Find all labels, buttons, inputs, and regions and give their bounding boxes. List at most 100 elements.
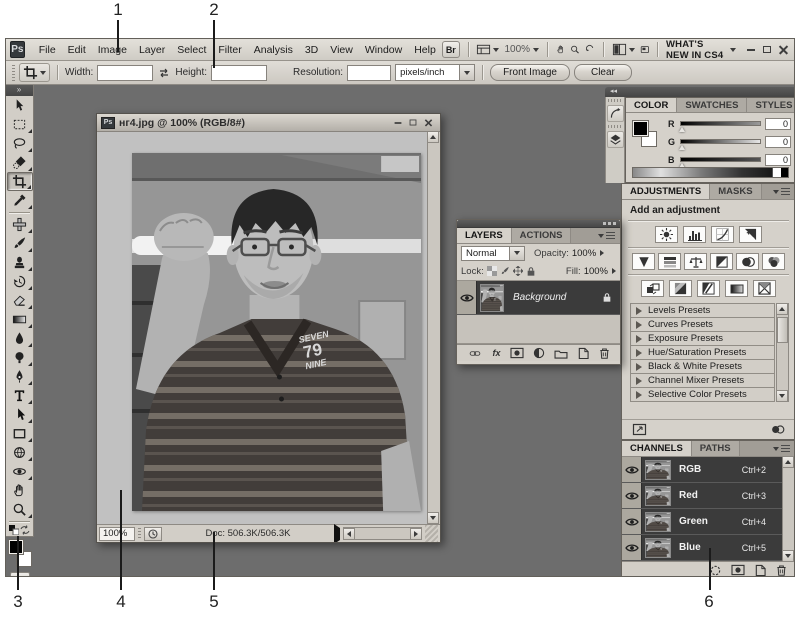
channel-visibility-toggle[interactable] [622, 483, 642, 508]
photoshop-logo[interactable]: Ps [10, 41, 25, 58]
tab-channels[interactable]: CHANNELS [622, 441, 692, 456]
hand-tool-icon[interactable] [556, 42, 566, 57]
scroll-up-button[interactable] [427, 132, 439, 143]
adjustment-curves[interactable] [711, 226, 734, 243]
preset-levels[interactable]: Levels Presets [630, 303, 775, 318]
green-slider-thumb[interactable] [679, 145, 685, 150]
width-input[interactable] [97, 65, 153, 81]
tool-brush[interactable] [7, 234, 33, 253]
scroll-down-button[interactable] [776, 390, 788, 402]
scroll-up-button[interactable] [776, 303, 788, 315]
scroll-down-button[interactable] [427, 512, 439, 524]
tool-crop[interactable] [7, 172, 33, 191]
restore-button[interactable] [763, 46, 771, 53]
adjustment-channel-mixer[interactable] [762, 253, 785, 270]
blue-slider[interactable] [680, 157, 761, 162]
dock-collapse-bar[interactable]: ◂◂ [605, 87, 794, 97]
opacity-spinner-icon[interactable] [600, 250, 604, 256]
scroll-right-button[interactable] [410, 528, 422, 540]
tool-lasso[interactable] [7, 134, 33, 153]
preset-hue-saturation[interactable]: Hue/Saturation Presets [630, 345, 775, 360]
channels-scrollbar[interactable] [782, 457, 794, 561]
clip-to-layer-icon[interactable] [770, 423, 785, 436]
lock-transparency-icon[interactable] [487, 266, 497, 276]
status-zoom-field[interactable]: 100% [99, 527, 135, 541]
swap-colors-icon[interactable] [20, 525, 30, 535]
layer-visibility-toggle[interactable] [457, 281, 477, 314]
color-foreground-swatch[interactable] [632, 120, 649, 137]
minimize-button[interactable] [747, 49, 755, 51]
tab-layers[interactable]: LAYERS [457, 228, 512, 243]
green-value[interactable]: 0 [765, 136, 791, 148]
lock-pixels-icon[interactable] [500, 266, 510, 276]
resolution-input[interactable] [347, 65, 391, 81]
scroll-up-button[interactable] [782, 456, 794, 468]
zoom-tool-icon[interactable] [570, 42, 580, 57]
menu-image[interactable]: Image [92, 44, 133, 56]
adjustment-selective-color[interactable] [753, 280, 776, 297]
menu-filter[interactable]: Filter [212, 44, 247, 56]
fill-value[interactable]: 100% [584, 266, 608, 277]
tool-zoom[interactable] [7, 500, 33, 519]
channel-row-red[interactable]: Red Ctrl+3 [622, 483, 782, 509]
close-button[interactable] [779, 45, 788, 54]
menu-file[interactable]: File [33, 44, 62, 56]
tool-type[interactable] [7, 386, 33, 405]
adjustment-invert[interactable] [641, 280, 664, 297]
red-slider-thumb[interactable] [679, 127, 685, 132]
layers-panel-menu-button[interactable] [593, 228, 620, 243]
menu-view[interactable]: View [324, 44, 359, 56]
menu-window[interactable]: Window [359, 44, 408, 56]
scrollbar-thumb[interactable] [777, 317, 788, 343]
lock-position-icon[interactable] [513, 266, 523, 276]
color-ramp[interactable] [632, 167, 789, 178]
tool-eraser[interactable] [7, 291, 33, 310]
resolution-unit-select[interactable]: pixels/inch [395, 64, 475, 81]
adjustment-hue-saturation[interactable] [658, 253, 681, 270]
adjustment-color-balance[interactable] [684, 253, 707, 270]
new-group-icon[interactable] [554, 348, 568, 359]
toolbar-collapse-button[interactable]: » [6, 85, 33, 96]
preset-curves[interactable]: Curves Presets [630, 317, 775, 332]
quick-mask-button[interactable] [10, 572, 30, 576]
history-panel-button[interactable] [607, 105, 624, 122]
red-value[interactable]: 0 [765, 118, 791, 130]
adjustment-levels[interactable] [683, 226, 706, 243]
tool-path-selection[interactable] [7, 405, 33, 424]
version-cue-button[interactable] [144, 527, 162, 541]
default-colors-icon[interactable] [9, 525, 19, 535]
tool-rectangle[interactable] [7, 424, 33, 443]
doc-restore-button[interactable] [410, 120, 417, 126]
tool-gradient[interactable] [7, 310, 33, 329]
tab-styles[interactable]: STYLES [747, 98, 794, 112]
tool-3d-orbit[interactable] [7, 462, 33, 481]
tool-3d-rotate[interactable] [7, 443, 33, 462]
expanded-view-icon[interactable] [632, 423, 647, 436]
adjustment-brightness-contrast[interactable] [655, 226, 678, 243]
preset-channel-mixer[interactable]: Channel Mixer Presets [630, 373, 775, 388]
tool-spot-healing-brush[interactable] [7, 215, 33, 234]
view-extras-button[interactable] [476, 42, 499, 57]
doc-close-button[interactable] [425, 119, 432, 126]
channel-row-rgb[interactable]: RGB Ctrl+2 [622, 457, 782, 483]
save-selection-icon[interactable] [731, 564, 745, 576]
new-channel-icon[interactable] [754, 564, 766, 576]
tab-masks[interactable]: MASKS [710, 184, 761, 199]
channel-row-green[interactable]: Green Ctrl+4 [622, 509, 782, 535]
tool-history-brush[interactable] [7, 272, 33, 291]
horizontal-scrollbar[interactable] [343, 527, 422, 540]
canvas-area[interactable] [97, 132, 427, 524]
scroll-down-button[interactable] [782, 550, 794, 562]
resize-grip[interactable] [425, 525, 438, 542]
status-menu-button[interactable] [334, 528, 340, 540]
tool-quick-selection[interactable] [7, 153, 33, 172]
add-layer-mask-icon[interactable] [510, 347, 524, 359]
channel-row-blue[interactable]: Blue Ctrl+5 [622, 535, 782, 561]
delete-layer-icon[interactable] [598, 347, 610, 359]
new-adjustment-layer-icon[interactable] [533, 347, 545, 359]
adjustment-black-and-white[interactable] [710, 253, 733, 270]
adjustments-panel-menu-button[interactable] [768, 184, 794, 199]
launch-bridge-button[interactable]: Br [442, 41, 460, 58]
adjustment-vibrance[interactable] [632, 253, 655, 270]
arrange-documents-button[interactable] [612, 42, 635, 57]
